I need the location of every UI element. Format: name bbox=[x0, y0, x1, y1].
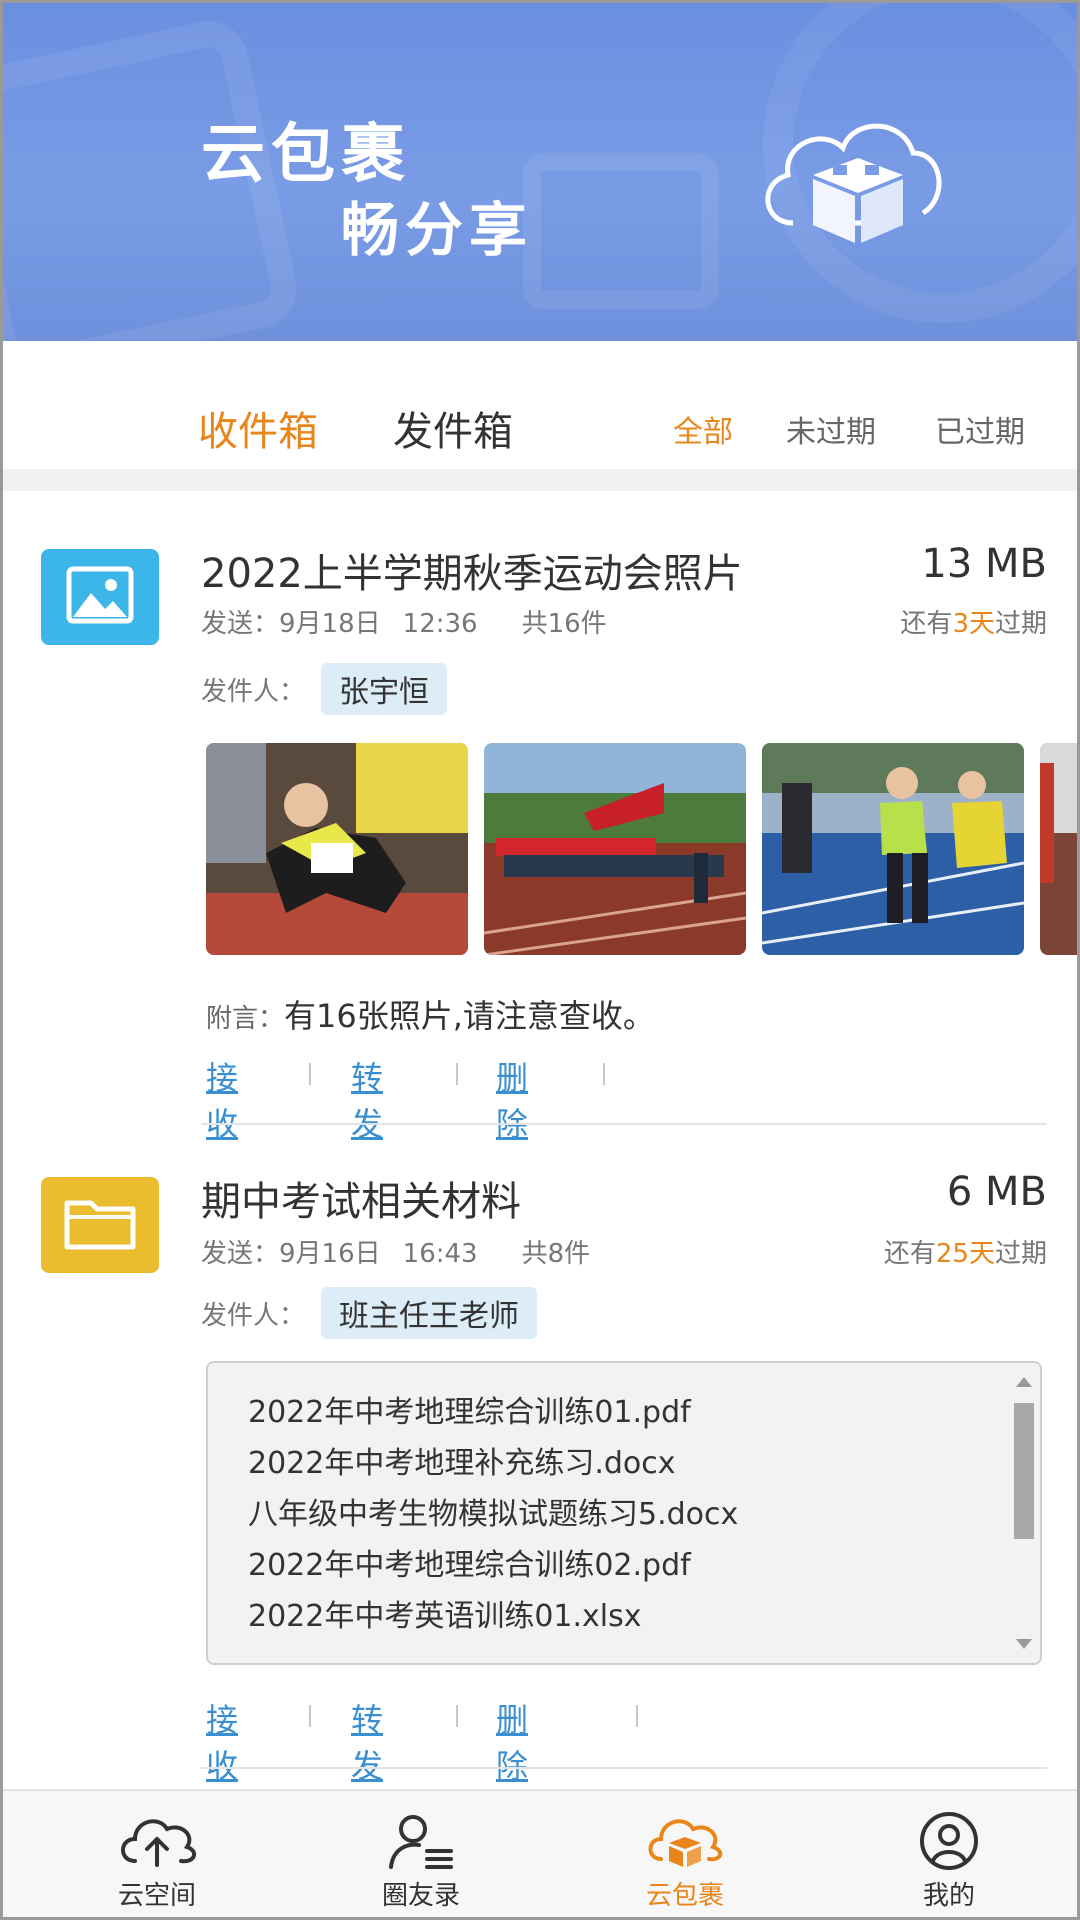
parcel-title[interactable]: 期中考试相关材料 bbox=[201, 1169, 521, 1227]
nav-item-cloud-parcel[interactable]: 云包裹 bbox=[585, 1791, 785, 1917]
folder-icon bbox=[41, 1177, 159, 1273]
parcel-size: 6 MB bbox=[946, 1169, 1047, 1215]
photo-strip[interactable] bbox=[206, 743, 1077, 955]
image-icon bbox=[41, 549, 159, 645]
forward-button[interactable]: 转发 bbox=[351, 1695, 383, 1787]
contacts-icon bbox=[389, 1815, 453, 1869]
filter-all[interactable]: 全部 bbox=[673, 407, 733, 451]
parcel-size: 13 MB bbox=[921, 541, 1047, 587]
expire-days: 3天 bbox=[952, 609, 995, 639]
nav-label: 圈友录 bbox=[381, 1881, 460, 1911]
filter-expired[interactable]: 已过期 bbox=[935, 407, 1025, 451]
note-label: 附言： bbox=[206, 1004, 285, 1034]
sender-label: 发件人： bbox=[201, 677, 306, 707]
divider bbox=[3, 469, 1077, 491]
action-separator bbox=[309, 1063, 311, 1085]
expire-days: 25天 bbox=[935, 1239, 995, 1269]
nav-item-cloud-space[interactable]: 云空间 bbox=[57, 1791, 257, 1917]
sender-label: 发件人： bbox=[201, 1301, 306, 1331]
forward-button[interactable]: 转发 bbox=[351, 1053, 383, 1145]
action-separator bbox=[456, 1063, 458, 1085]
file-list[interactable]: 2022年中考地理综合训练01.pdf 2022年中考地理补充练习.docx 八… bbox=[206, 1361, 1042, 1665]
cloud-parcel-icon bbox=[648, 1819, 723, 1867]
divider bbox=[201, 1123, 1047, 1125]
action-separator bbox=[309, 1705, 311, 1727]
sender-tag[interactable]: 张宇恒 bbox=[321, 663, 447, 715]
expire-info: 还有3天过期 bbox=[900, 609, 1047, 639]
mailbox-tabs: 收件箱 发件箱 全部 未过期 已过期 bbox=[3, 341, 1077, 469]
action-separator bbox=[636, 1705, 638, 1727]
scrollbar[interactable] bbox=[1014, 1371, 1034, 1653]
action-separator bbox=[456, 1705, 458, 1727]
cloud-parcel-logo-icon bbox=[765, 123, 942, 243]
parcel-title[interactable]: 2022上半学期秋季运动会照片 bbox=[201, 541, 743, 599]
file-list-item[interactable]: 2022年中考地理综合训练02.pdf bbox=[248, 1540, 691, 1584]
nav-item-contacts[interactable]: 圈友录 bbox=[321, 1791, 521, 1917]
user-icon bbox=[920, 1812, 978, 1870]
nav-label: 云包裹 bbox=[645, 1881, 724, 1911]
divider bbox=[201, 1767, 1047, 1769]
note: 附言：有16张照片,请注意查收。 bbox=[206, 991, 655, 1037]
parcel-meta: 发送：9月16日 16:43 共8件 bbox=[201, 1239, 591, 1269]
delete-button[interactable]: 删除 bbox=[496, 1053, 528, 1145]
note-text: 有16张照片,请注意查收。 bbox=[284, 997, 655, 1035]
cloud-upload-icon bbox=[121, 1819, 197, 1867]
photo-thumbnail[interactable] bbox=[484, 743, 746, 955]
expire-info: 还有25天过期 bbox=[883, 1239, 1047, 1269]
file-list-item[interactable]: 八年级中考生物模拟试题练习5.docx bbox=[248, 1489, 738, 1533]
bottom-nav: 云空间 圈友录 云包裹 我的 bbox=[3, 1789, 1077, 1917]
action-separator bbox=[603, 1063, 605, 1085]
tab-outbox[interactable]: 发件箱 bbox=[393, 399, 513, 457]
scroll-up-icon[interactable] bbox=[1016, 1377, 1032, 1387]
receive-button[interactable]: 接收 bbox=[206, 1053, 238, 1145]
file-list-item[interactable]: 2022年中考地理补充练习.docx bbox=[248, 1438, 676, 1482]
delete-button[interactable]: 删除 bbox=[496, 1695, 528, 1787]
file-list-item[interactable]: 2022年中考英语训练01.xlsx bbox=[248, 1591, 642, 1635]
photo-thumbnail[interactable] bbox=[1040, 743, 1077, 955]
receive-button[interactable]: 接收 bbox=[206, 1695, 238, 1787]
banner-slogan-line2: 畅分享 bbox=[341, 196, 534, 264]
file-list-item[interactable]: 2022年中考地理综合训练01.pdf bbox=[248, 1387, 691, 1431]
filter-unexpired[interactable]: 未过期 bbox=[786, 407, 876, 451]
nav-item-me[interactable]: 我的 bbox=[849, 1791, 1049, 1917]
photo-thumbnail[interactable] bbox=[206, 743, 468, 955]
parcel-meta: 发送：9月18日 12:36 共16件 bbox=[201, 609, 607, 639]
photo-thumbnail[interactable] bbox=[762, 743, 1024, 955]
nav-label: 我的 bbox=[922, 1881, 975, 1911]
banner: 云包裹 畅分享 bbox=[3, 3, 1077, 341]
app-screen: 云包裹 畅分享 收件箱 发件箱 全部 未过期 已过期 2022上半学期秋季运动会… bbox=[0, 0, 1080, 1920]
banner-slogan-line1: 云包裹 bbox=[201, 118, 411, 192]
sender-tag[interactable]: 班主任王老师 bbox=[321, 1287, 537, 1339]
nav-label: 云空间 bbox=[117, 1881, 196, 1911]
scroll-thumb[interactable] bbox=[1014, 1403, 1034, 1539]
scroll-down-icon[interactable] bbox=[1016, 1639, 1032, 1649]
tab-inbox[interactable]: 收件箱 bbox=[198, 399, 318, 457]
